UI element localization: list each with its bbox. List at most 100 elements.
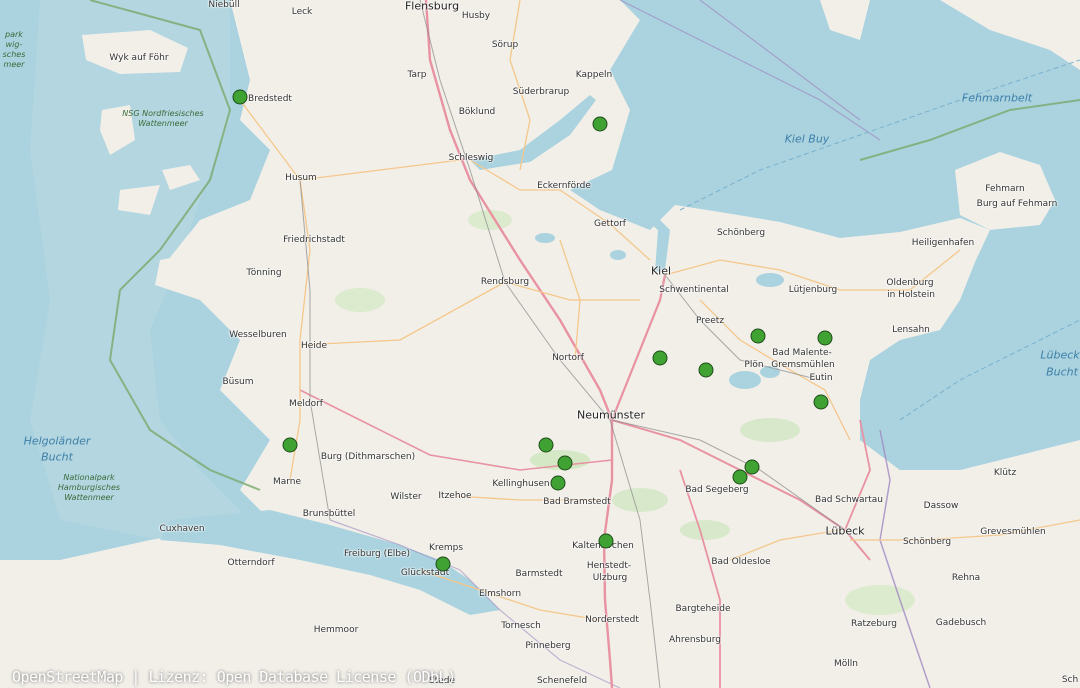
park-label: park wig-sches meer <box>3 30 26 70</box>
map-marker[interactable] <box>435 556 451 572</box>
place-label: Niebüll <box>208 0 240 10</box>
place-label: Freiburg (Elbe) <box>343 549 411 559</box>
place-label: Kiel <box>650 264 672 278</box>
water-label: Bucht <box>41 450 73 464</box>
place-label: Süderbrarup <box>512 87 570 97</box>
place-label: Bredstedt <box>248 94 292 104</box>
place-label: Husby <box>461 11 491 21</box>
water-label: Kiel Buy <box>784 132 830 146</box>
place-label: Schwentinental <box>659 285 729 295</box>
park-label-line: wig- <box>5 40 23 49</box>
place-label: Wyk auf Föhr <box>109 53 169 63</box>
map-marker[interactable] <box>232 89 248 105</box>
place-label: Elmshorn <box>478 589 522 599</box>
place-label: Rendsburg <box>480 277 530 287</box>
place-label: Barmstedt <box>515 569 563 579</box>
map-marker[interactable] <box>744 459 760 475</box>
park-label: Nationalpark Hamburgisches Wattenmeer <box>58 473 120 503</box>
place-label: Burg (Dithmarschen) <box>320 452 416 462</box>
place-label: Mölln <box>834 659 858 669</box>
place-label: Lensahn <box>892 325 930 335</box>
place-label: Rehna <box>951 573 981 583</box>
place-label: Pinneberg <box>525 641 571 651</box>
map-marker[interactable] <box>732 469 748 485</box>
water-label: Lübeck <box>1040 348 1080 362</box>
place-label: Friedrichstadt <box>283 235 345 245</box>
map-marker[interactable] <box>282 437 298 453</box>
water-label: Helgoländer <box>23 434 91 448</box>
place-label: Wilster <box>390 492 422 502</box>
place-label: Meldorf <box>289 399 323 409</box>
park-label-line: sches <box>2 50 26 59</box>
place-label: Cuxhaven <box>159 524 205 534</box>
place-label: Burg auf Fehmarn <box>976 199 1058 209</box>
place-label: Oldenburg <box>886 278 934 288</box>
place-label: Eutin <box>809 373 833 383</box>
park-label-line: Wattenmeer <box>138 119 188 128</box>
place-label: Bad Oldesloe <box>711 557 771 567</box>
water-label: Fehmarnbelt <box>961 91 1033 105</box>
place-label: Plön <box>744 360 764 370</box>
map-attribution[interactable]: OpenStreetMap | Lizenz: Open Database Li… <box>12 668 456 686</box>
place-label: Heiligenhafen <box>911 238 975 248</box>
place-label: Itzehoe <box>438 491 472 501</box>
place-label: Nortorf <box>552 353 584 363</box>
park-label: NSG Nordfriesisches Wattenmeer <box>122 109 203 129</box>
place-label: Flensburg <box>404 0 460 13</box>
place-label: Schleswig <box>448 153 494 163</box>
place-label: in Holstein <box>887 290 935 300</box>
place-label: Wesselburen <box>229 330 287 340</box>
map-marker[interactable] <box>538 437 554 453</box>
map-marker[interactable] <box>550 475 566 491</box>
place-label: Fehmarn <box>985 184 1025 194</box>
park-label-line: Nationalpark <box>63 473 115 482</box>
place-label: Schönberg <box>716 228 766 238</box>
place-label: Brunsbüttel <box>302 509 356 519</box>
place-label: Dassow <box>923 501 959 511</box>
map-marker[interactable] <box>592 116 608 132</box>
place-label: Klütz <box>993 468 1017 478</box>
map-marker[interactable] <box>557 455 573 471</box>
place-label: Ratzeburg <box>850 619 898 629</box>
place-label: Schönberg <box>902 537 952 547</box>
park-label-line: NSG Nordfriesisches <box>122 109 204 118</box>
place-label: Gremsmühlen <box>771 360 835 370</box>
water-label: Bucht <box>1046 365 1078 379</box>
place-label: Sch <box>1061 675 1079 685</box>
place-label: Ulzburg <box>592 573 628 583</box>
map-marker[interactable] <box>598 533 614 549</box>
place-label: Heide <box>300 341 328 351</box>
park-label-line: Wattenmeer <box>64 493 114 502</box>
park-label-line: meer <box>3 60 25 69</box>
place-label: Büsum <box>222 377 254 387</box>
place-label: Bargteheide <box>675 604 731 614</box>
place-label: Leck <box>291 7 313 17</box>
place-label: Grevesmühlen <box>980 527 1046 537</box>
map-marker[interactable] <box>750 328 766 344</box>
place-label: Kappeln <box>575 70 613 80</box>
map-marker[interactable] <box>652 350 668 366</box>
place-label: Otterndorf <box>227 558 275 568</box>
place-label: Tornesch <box>501 621 541 631</box>
place-label: Bad Schwartau <box>815 495 883 505</box>
place-label: Gettorf <box>594 219 626 229</box>
place-label: Norderstedt <box>585 615 639 625</box>
place-label: Preetz <box>695 316 725 326</box>
place-label: Kremps <box>428 543 464 553</box>
place-label: Lübeck <box>825 524 865 538</box>
place-label: Hemmoor <box>313 625 359 635</box>
place-label: Tarp <box>407 70 427 80</box>
map-marker[interactable] <box>817 330 833 346</box>
map-canvas[interactable]: Niebüll Leck Flensburg Husby Sörup Kappeln Tar… <box>0 0 1080 688</box>
place-label: Ahrensburg <box>669 635 721 645</box>
place-label: Husum <box>285 173 317 183</box>
place-label: Eckernförde <box>537 181 591 191</box>
map-marker[interactable] <box>698 362 714 378</box>
park-label-line: park <box>5 30 23 39</box>
place-label: Neumünster <box>577 408 645 422</box>
place-label: Bad Segeberg <box>685 485 749 495</box>
place-label: Sörup <box>491 40 519 50</box>
place-label: Bad Malente- <box>772 348 832 358</box>
place-label: Schenefeld <box>536 676 588 686</box>
map-marker[interactable] <box>813 394 829 410</box>
